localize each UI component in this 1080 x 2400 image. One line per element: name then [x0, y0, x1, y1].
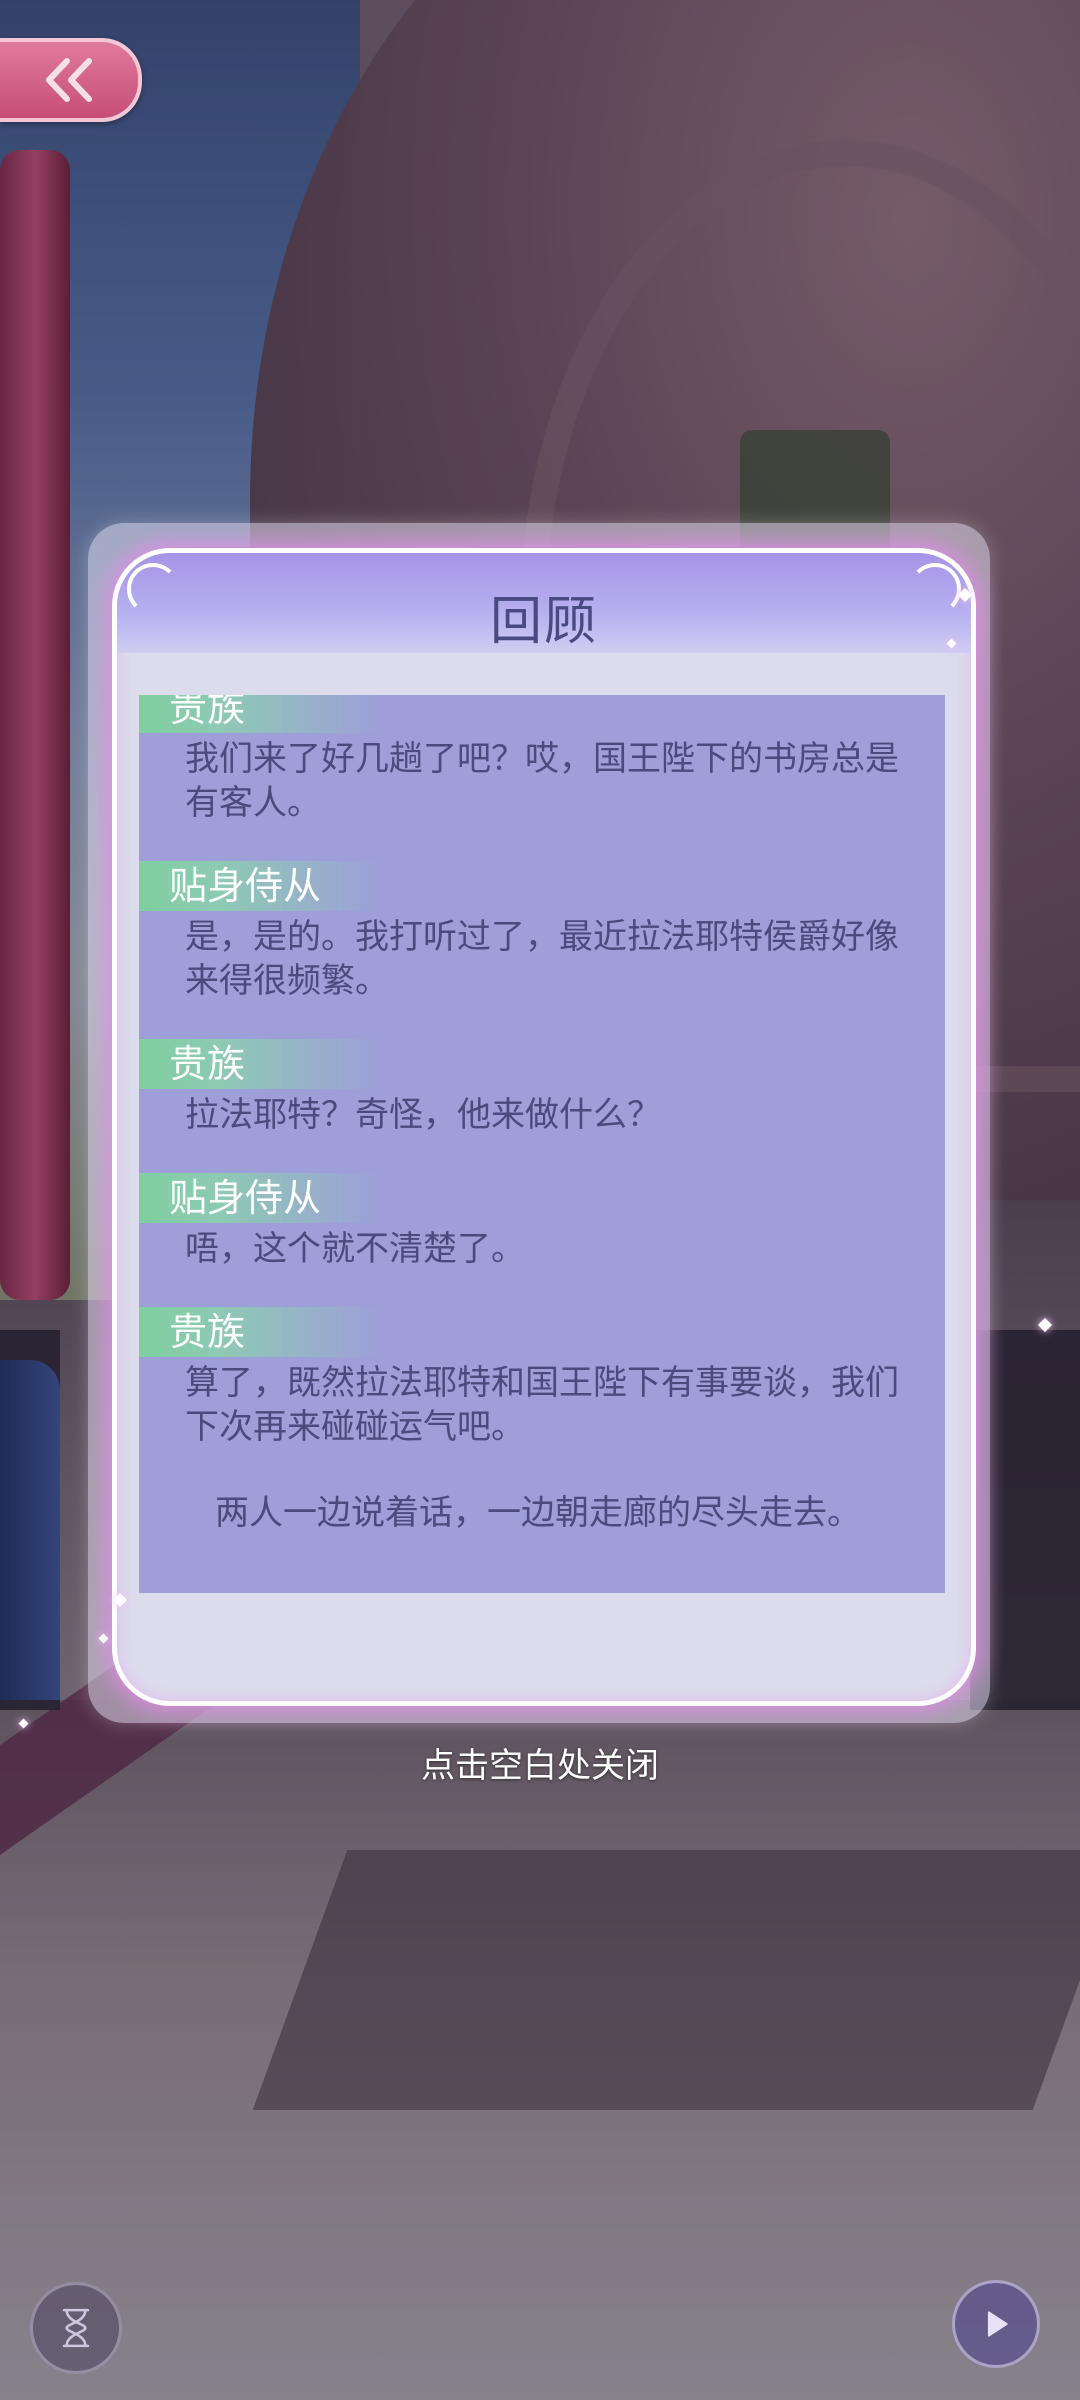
dialogue-text: 我们来了好几趟了吧？哎，国王陛下的书房总是有客人。	[185, 739, 899, 823]
game-screen[interactable]: 回顾 贵族 我们来了好几趟了吧？哎，国王陛下的书房总是有客人。 贴身侍从 是，是…	[0, 0, 1080, 2400]
speaker-name: 贴身侍从	[169, 1176, 322, 1220]
speaker-tag: 贵族	[139, 695, 379, 733]
speaker-name: 贵族	[169, 1310, 246, 1354]
close-hint: 点击空白处关闭	[421, 1746, 659, 1786]
dialog-header: 回顾	[117, 553, 971, 653]
auto-play-button[interactable]	[30, 2282, 122, 2374]
play-icon	[987, 2311, 1008, 2337]
double-chevron-left-icon	[46, 58, 92, 102]
dialogue-text: 是，是的。我打听过了，最近拉法耶特侯爵好像来得很频繁。	[185, 917, 899, 1001]
dialogue-text: 唔，这个就不清楚了。	[185, 1229, 525, 1269]
dialog-title: 回顾	[489, 592, 598, 652]
speaker-tag: 贵族	[139, 1039, 379, 1089]
hourglass-icon	[62, 2308, 90, 2348]
speaker-name: 贵族	[169, 695, 246, 730]
dialogue-text: 算了，既然拉法耶特和国王陛下有事要谈，我们下次再来碰碰运气吧。	[185, 1363, 899, 1447]
speaker-tag: 贴身侍从	[139, 1173, 379, 1223]
speaker-tag: 贴身侍从	[139, 861, 379, 911]
narration-text: 两人一边说着话，一边朝走廊的尽头走去。	[215, 1493, 861, 1533]
dialogue-text: 拉法耶特？奇怪，他来做什么？	[185, 1095, 661, 1135]
review-dialog[interactable]: 回顾 贵族 我们来了好几趟了吧？哎，国王陛下的书房总是有客人。 贴身侍从 是，是…	[112, 548, 976, 1706]
play-button[interactable]	[952, 2280, 1040, 2368]
back-button[interactable]	[0, 38, 142, 122]
speaker-name: 贵族	[169, 1042, 246, 1086]
review-log-list[interactable]: 贵族 我们来了好几趟了吧？哎，国王陛下的书房总是有客人。 贴身侍从 是，是的。我…	[139, 695, 945, 1593]
speaker-tag: 贵族	[139, 1307, 379, 1357]
speaker-name: 贴身侍从	[169, 864, 322, 908]
